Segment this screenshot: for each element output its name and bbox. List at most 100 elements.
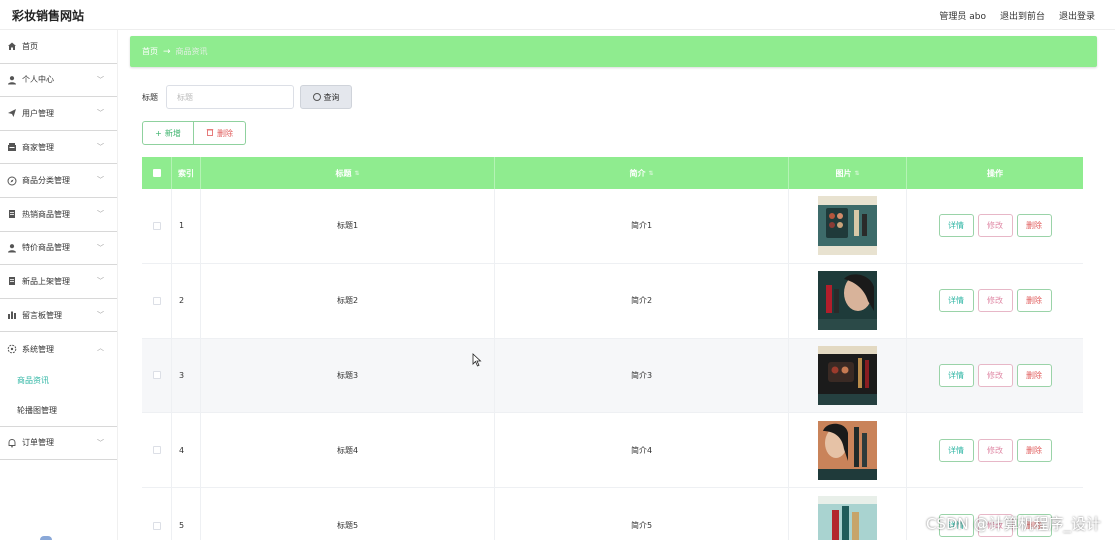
sidebar-item-label: 用户管理 [22, 108, 54, 118]
row-index: 3 [172, 338, 201, 413]
add-button[interactable]: + 新增 [142, 121, 194, 145]
compass-icon [7, 176, 17, 186]
sidebar-item-label: 商品分类管理 [22, 176, 70, 186]
edit-button[interactable]: 修改 [977, 214, 1013, 238]
logout-link[interactable]: 退出登录 [1059, 9, 1095, 22]
sidebar: 首页 个人中心 ﹀ 用户管理 ﹀ 商家管理 ﹀ 商品分类管理 ﹀ 热销商品管理 … [0, 30, 118, 540]
sidebar-item-category[interactable]: 商品分类管理 ﹀ [0, 164, 117, 198]
edit-button[interactable]: 修改 [977, 438, 1013, 462]
sidebar-item-label: 个人中心 [22, 75, 54, 85]
row-image-cell [789, 189, 907, 263]
shop-icon [7, 142, 17, 152]
query-button[interactable]: 查询 [300, 85, 352, 109]
row-image-cell [789, 413, 907, 488]
home-icon [7, 41, 17, 51]
row-intro: 简介1 [495, 189, 789, 263]
plus-icon: + [155, 128, 162, 138]
action-row: + 新增 删除 [142, 121, 246, 145]
sidebar-item-system[interactable]: 系统管理 ︿ [0, 332, 117, 366]
chevron-down-icon: ﹀ [97, 109, 104, 118]
sidebar-item-label: 新品上架管理 [22, 276, 70, 286]
row-intro: 简介3 [495, 338, 789, 413]
sort-icon: ⇅ [354, 169, 360, 177]
row-operations: 详情 修改 删除 [907, 339, 1083, 413]
header-title-label: 标题 [335, 168, 352, 178]
search-input[interactable] [166, 85, 294, 109]
news-table: 索引 标题 ⇅ 简介 ⇅ 图片 ⇅ 操作 1 标题1 简介1 详情 修改 删除 … [142, 157, 1083, 540]
breadcrumb: 首页 → 商品资讯 [130, 36, 1097, 67]
delete-button[interactable]: 删除 [1016, 438, 1052, 462]
sidebar-item-profile[interactable]: 个人中心 ﹀ [0, 64, 117, 98]
header-image-label: 图片 [835, 168, 852, 178]
back-to-front-link[interactable]: 退出到前台 [1000, 9, 1045, 22]
chevron-down-icon: ﹀ [97, 75, 104, 84]
breadcrumb-separator: → [163, 46, 171, 57]
scroll-indicator[interactable] [40, 536, 52, 540]
detail-button[interactable]: 详情 [938, 289, 974, 313]
trash-icon [206, 128, 214, 138]
table-header: 索引 标题 ⇅ 简介 ⇅ 图片 ⇅ 操作 [142, 157, 1083, 189]
delete-button[interactable]: 删除 [1016, 289, 1052, 313]
header-operation: 操作 [907, 157, 1083, 189]
sidebar-item-label: 特价商品管理 [22, 243, 70, 253]
row-operations: 详情 修改 删除 [907, 413, 1083, 487]
row-index: 1 [172, 189, 201, 263]
sidebar-item-special[interactable]: 特价商品管理 ﹀ [0, 232, 117, 266]
top-right-links: 管理员 abo 退出到前台 退出登录 [939, 9, 1095, 22]
row-image-cell [789, 263, 907, 338]
chart-icon [7, 310, 17, 320]
sidebar-item-users[interactable]: 用户管理 ﹀ [0, 97, 117, 131]
row-checkbox[interactable] [142, 413, 172, 488]
detail-button[interactable]: 详情 [938, 438, 974, 462]
document-icon [7, 209, 17, 219]
delete-button[interactable]: 删除 [1016, 214, 1052, 238]
edit-button[interactable]: 修改 [977, 289, 1013, 313]
row-image-cell [789, 488, 907, 540]
header-intro[interactable]: 简介 ⇅ [495, 157, 789, 189]
site-brand: 彩妆销售网站 [12, 9, 85, 23]
sidebar-item-merchants[interactable]: 商家管理 ﹀ [0, 131, 117, 165]
header-title[interactable]: 标题 ⇅ [201, 157, 495, 189]
sidebar-item-messages[interactable]: 留言板管理 ﹀ [0, 299, 117, 333]
header-image[interactable]: 图片 ⇅ [789, 157, 907, 189]
row-checkbox[interactable] [142, 263, 172, 338]
detail-button[interactable]: 详情 [938, 363, 974, 387]
chevron-down-icon: ﹀ [97, 277, 104, 286]
row-checkbox[interactable] [142, 338, 172, 413]
product-thumbnail [818, 345, 877, 405]
main-content: 首页 → 商品资讯 标题 查询 + 新增 删除 索引 标题⇅ 简介⇅ 图片⇅ [128, 30, 1098, 540]
product-thumbnail [818, 496, 877, 540]
sidebar-item-hot[interactable]: 热销商品管理 ﹀ [0, 198, 117, 232]
search-icon [312, 93, 321, 101]
delete-button[interactable]: 删除 [1016, 363, 1052, 387]
header-operation-label: 操作 [987, 168, 1003, 178]
edit-button[interactable]: 修改 [977, 363, 1013, 387]
checkbox-icon [152, 169, 161, 177]
row-image-cell [789, 338, 907, 413]
sidebar-subitem-carousel[interactable]: 轮播图管理 [0, 396, 117, 426]
batch-delete-button[interactable]: 删除 [194, 121, 246, 145]
row-title: 标题5 [201, 488, 495, 540]
system-submenu: 商品资讯 轮播图管理 [0, 366, 117, 426]
detail-button[interactable]: 详情 [938, 214, 974, 238]
settings-icon [7, 344, 17, 354]
row-intro: 简介4 [495, 413, 789, 488]
row-title: 标题2 [201, 263, 495, 338]
header-select-all[interactable] [142, 157, 172, 189]
sidebar-item-new[interactable]: 新品上架管理 ﹀ [0, 265, 117, 299]
breadcrumb-home[interactable]: 首页 [142, 46, 158, 57]
send-icon [7, 108, 17, 118]
row-intro: 简介5 [495, 488, 789, 540]
search-label: 标题 [142, 92, 158, 102]
query-button-label: 查询 [323, 92, 340, 102]
sidebar-item-home[interactable]: 首页 [0, 30, 117, 64]
sidebar-subitem-news[interactable]: 商品资讯 [0, 366, 117, 396]
sidebar-item-orders[interactable]: 订单管理 ﹀ [0, 425, 117, 460]
sidebar-item-label: 热销商品管理 [22, 209, 70, 219]
row-checkbox[interactable] [142, 488, 172, 540]
row-intro: 简介2 [495, 263, 789, 338]
product-thumbnail [818, 196, 877, 256]
row-checkbox[interactable] [142, 189, 172, 263]
sidebar-item-label: 订单管理 [22, 438, 54, 448]
chevron-down-icon: ﹀ [97, 243, 104, 252]
